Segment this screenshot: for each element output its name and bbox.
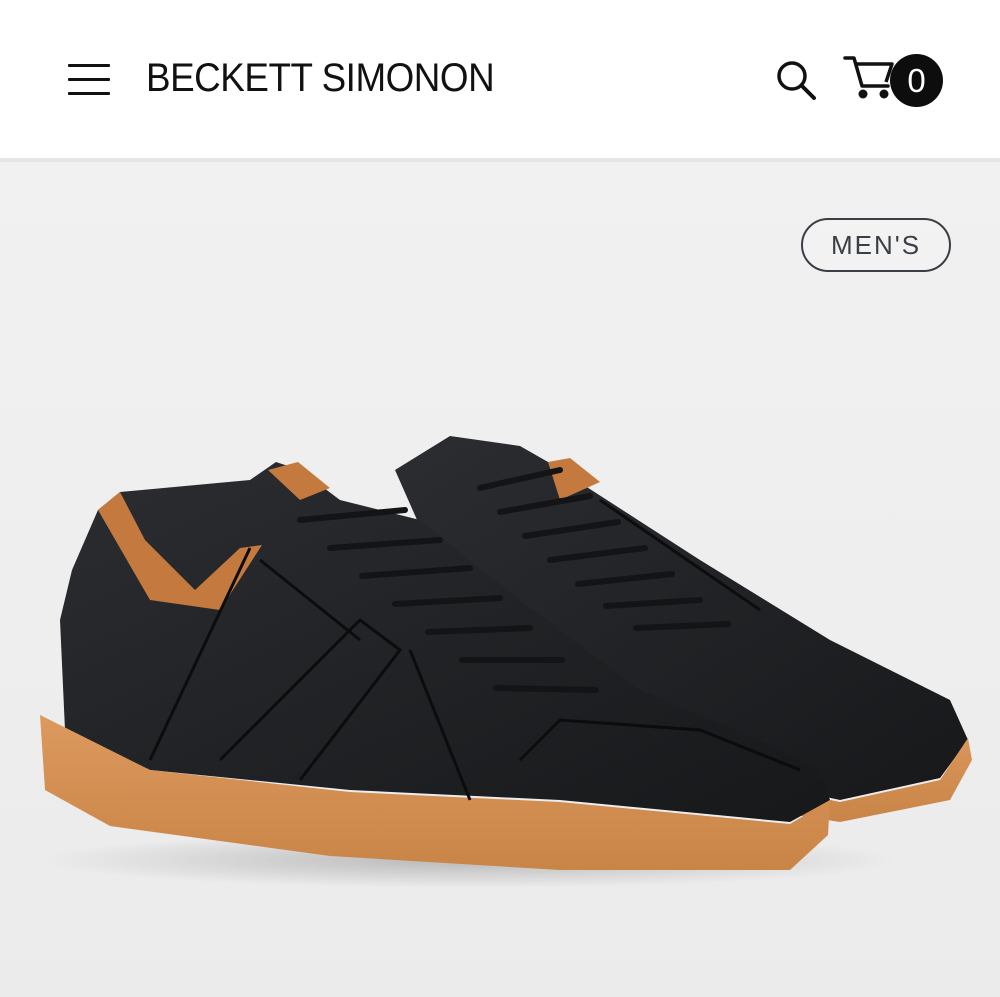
brand-logo[interactable]: BECKETT SIMONON [146,52,495,104]
cart-button[interactable]: 0 [840,50,946,110]
site-header: BECKETT SIMONON 0 [0,0,1000,158]
search-button[interactable] [772,56,822,106]
product-image[interactable] [0,162,1000,997]
menu-button[interactable] [62,56,116,100]
search-icon [777,61,816,100]
cart-count-badge: 0 [890,54,943,107]
category-badge[interactable]: MEN'S [801,218,951,272]
product-hero: MEN'S [0,162,1000,997]
hamburger-menu-icon [68,64,110,67]
